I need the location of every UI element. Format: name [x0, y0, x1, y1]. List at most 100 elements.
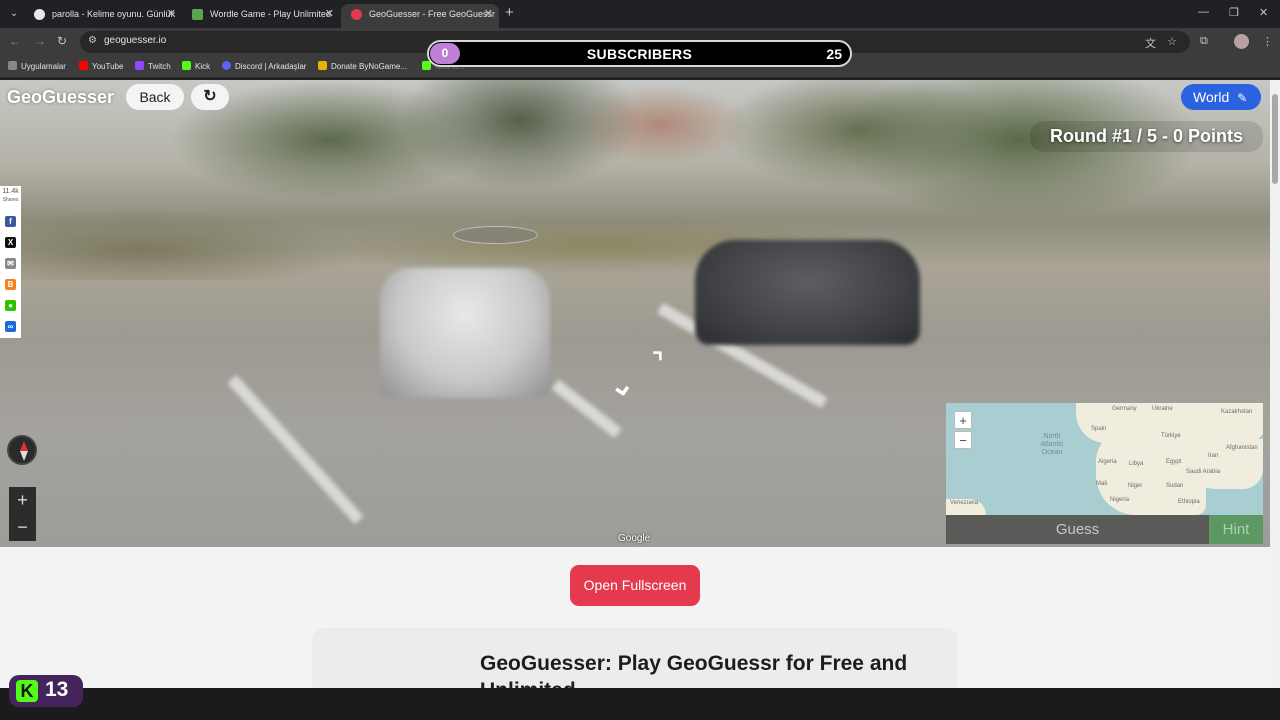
- open-fullscreen-button[interactable]: Open Fullscreen: [570, 565, 700, 606]
- kick-viewer-count: 13: [45, 678, 69, 701]
- google-watermark: Google: [618, 533, 651, 544]
- profile-avatar[interactable]: [1234, 34, 1249, 49]
- bookmark-kick[interactable]: Kick: [182, 61, 210, 71]
- share-count-value: 11.4k: [2, 188, 19, 195]
- new-tab-icon[interactable]: +: [505, 4, 514, 21]
- map-label: Mali: [1096, 481, 1108, 487]
- share-count: 11.4k Shares: [0, 188, 21, 204]
- map-label: North Atlantic Ocean: [1040, 433, 1064, 456]
- share-sidebar: 11.4k Shares f X ✉ B ● ∞: [0, 186, 21, 338]
- back-button[interactable]: Back: [126, 84, 184, 110]
- map-select-label: World: [1193, 89, 1230, 105]
- guess-button[interactable]: Guess: [946, 515, 1209, 544]
- pencil-icon: ✎: [1237, 91, 1248, 105]
- close-tab-icon[interactable]: ✕: [167, 4, 176, 24]
- translate-icon[interactable]: 文: [1145, 35, 1156, 51]
- bookmark-donate[interactable]: Donate ByNoGame...: [318, 61, 407, 71]
- facebook-share-icon[interactable]: f: [5, 216, 16, 227]
- browser-menu-icon[interactable]: ⋮: [1262, 35, 1273, 48]
- minimize-icon[interactable]: —: [1198, 6, 1209, 18]
- map-zoom-out-button[interactable]: −: [954, 431, 972, 449]
- tab-title: Wordle Game - Play Unlimited: [210, 9, 331, 19]
- map-label: Algeria: [1098, 459, 1117, 465]
- bookmark-discord[interactable]: Discord | Arkadaşlar: [222, 61, 306, 71]
- blogger-share-icon[interactable]: B: [5, 279, 16, 290]
- apps-grid-icon: [8, 61, 17, 70]
- restore-icon[interactable]: ❐: [1229, 6, 1239, 19]
- kick-viewer-badge: K 13: [9, 675, 83, 707]
- map-label: Kazakhstan: [1221, 409, 1253, 415]
- close-window-icon[interactable]: ✕: [1259, 6, 1268, 19]
- geoguesser-favicon-icon: [351, 9, 362, 20]
- map-zoom-in-button[interactable]: +: [954, 411, 972, 429]
- map-label: Libya: [1129, 461, 1144, 467]
- url-text: geoguesser.io: [104, 35, 167, 46]
- email-share-icon[interactable]: ✉: [5, 258, 16, 269]
- bookmark-star-icon[interactable]: ☆: [1167, 35, 1177, 48]
- more-share-icon[interactable]: ∞: [5, 321, 16, 332]
- map-label: Afghanistan: [1226, 445, 1258, 451]
- compass-south-needle: [20, 451, 28, 461]
- guess-minimap[interactable]: Germany Ukraine Kazakhstan Spain Türkiye…: [946, 403, 1263, 515]
- map-label: Germany: [1112, 406, 1137, 412]
- street-view-median: [0, 210, 1270, 280]
- kick-logo-icon: K: [16, 680, 38, 702]
- share-count-caption: Shares: [2, 197, 19, 203]
- zoom-out-button[interactable]: −: [9, 514, 36, 541]
- move-right-arrow-icon[interactable]: ⌝: [652, 348, 663, 377]
- map-label: Sudan: [1166, 483, 1184, 489]
- youtube-icon: [79, 61, 88, 70]
- tab-geoguesser[interactable]: GeoGuesser - Free GeoGuessr ✕: [341, 4, 499, 28]
- parking-line: [227, 374, 364, 525]
- extensions-icon[interactable]: ⧉: [1200, 35, 1208, 48]
- street-view-panorama[interactable]: ⌄ ⌝ GeoGuesser Back ↻ World ✎ Round #1 /…: [0, 80, 1270, 547]
- map-label: Venezuela: [950, 500, 979, 506]
- reload-icon[interactable]: ↻: [57, 34, 67, 48]
- page-content: Open Fullscreen GeoGuesser: Play GeoGues…: [0, 547, 1270, 708]
- donate-icon: [318, 61, 327, 70]
- map-label: Nigeria: [1110, 497, 1130, 503]
- tab-title: parolla - Kelime oyunu. Günlük: [52, 9, 176, 19]
- move-forward-arrow-icon[interactable]: ⌄: [606, 366, 637, 405]
- back-arrow-icon[interactable]: ←: [9, 34, 21, 48]
- map-label: Egypt: [1166, 459, 1182, 465]
- compass-north-needle: [20, 441, 28, 451]
- browser-tab-bar: ⌄ parolla - Kelime oyunu. Günlük ✕ Wordl…: [0, 0, 1280, 28]
- zoom-in-button[interactable]: +: [9, 487, 36, 514]
- subscriber-goal-bar: 0 SUBSCRIBERS 25: [427, 40, 852, 67]
- tab-parolla[interactable]: parolla - Kelime oyunu. Günlük ✕: [24, 4, 182, 28]
- close-tab-icon[interactable]: ✕: [484, 4, 493, 24]
- parked-car-white: [380, 268, 550, 398]
- hint-button[interactable]: Hint: [1209, 515, 1263, 544]
- x-share-icon[interactable]: X: [5, 237, 16, 248]
- wordle-favicon-icon: [192, 9, 203, 20]
- site-info-icon[interactable]: ⚙: [88, 35, 97, 46]
- map-label: Ukraine: [1152, 406, 1173, 412]
- parolla-favicon-icon: [34, 9, 45, 20]
- tab-wordle[interactable]: Wordle Game - Play Unlimited ✕: [182, 4, 340, 28]
- twitch-icon: [135, 61, 144, 70]
- bookmark-twitch[interactable]: Twitch: [135, 61, 171, 71]
- map-label: Iran: [1208, 453, 1219, 459]
- map-label: Ethiopia: [1178, 499, 1200, 505]
- taskbar: [0, 688, 1280, 720]
- close-tab-icon[interactable]: ✕: [325, 4, 334, 24]
- map-label: Spain: [1091, 426, 1107, 432]
- refresh-icon[interactable]: ↻: [191, 84, 229, 110]
- parked-car-dark: [695, 240, 920, 345]
- tab-title: GeoGuesser - Free GeoGuessr: [369, 9, 496, 19]
- site-logo[interactable]: GeoGuesser: [7, 87, 114, 108]
- compass-icon[interactable]: [7, 435, 37, 465]
- round-score-display: Round #1 / 5 - 0 Points: [1030, 121, 1263, 152]
- tab-search-icon[interactable]: ⌄: [6, 6, 22, 22]
- map-select-button[interactable]: World ✎: [1181, 84, 1261, 110]
- page-scrollbar[interactable]: [1270, 80, 1280, 688]
- wechat-share-icon[interactable]: ●: [5, 300, 16, 311]
- scrollbar-thumb[interactable]: [1272, 94, 1278, 184]
- subscriber-goal-target: 25: [826, 46, 842, 62]
- map-label: Türkiye: [1161, 433, 1181, 439]
- forward-arrow-icon[interactable]: →: [34, 34, 46, 48]
- bookmark-apps[interactable]: Uygulamalar: [8, 61, 66, 71]
- bookmark-youtube[interactable]: YouTube: [79, 61, 123, 71]
- kick-icon: [182, 61, 191, 70]
